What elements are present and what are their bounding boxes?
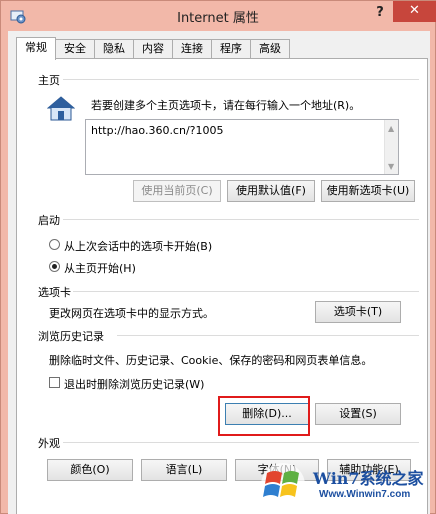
history-description: 删除临时文件、历史记录、Cookie、保存的密码和网页表单信息。: [49, 354, 373, 367]
internet-properties-window: Internet 属性 ? ✕ 常规 安全 隐私 内容 连接 程序 高级 主页 …: [0, 0, 436, 514]
startup-radio-last-session[interactable]: [49, 239, 60, 250]
help-button[interactable]: ?: [367, 4, 393, 24]
homepage-url-input[interactable]: http://hao.360.cn/?1005 ▲ ▼: [85, 119, 399, 175]
tab-security[interactable]: 安全: [55, 39, 95, 59]
languages-button[interactable]: 语言(L): [141, 459, 227, 481]
tab-content[interactable]: 内容: [133, 39, 173, 59]
watermark-title: Win7系统之家: [313, 469, 424, 488]
tabs-divider: [73, 291, 419, 292]
windows-logo-icon: [261, 463, 305, 507]
homepage-scrollbar[interactable]: ▲ ▼: [384, 120, 398, 174]
scroll-up-icon[interactable]: ▲: [388, 124, 394, 133]
general-panel: 主页 若要创建多个主页选项卡，请在每行输入一个地址(R)。 http://hao…: [16, 58, 428, 514]
homepage-description: 若要创建多个主页选项卡，请在每行输入一个地址(R)。: [91, 99, 361, 112]
use-current-button[interactable]: 使用当前页(C): [133, 180, 221, 202]
colors-button[interactable]: 颜色(O): [47, 459, 133, 481]
history-section-label: 浏览历史记录: [38, 330, 104, 343]
tabs-settings-button[interactable]: 选项卡(T): [315, 301, 401, 323]
tab-general[interactable]: 常规: [16, 37, 56, 60]
startup-divider: [63, 219, 419, 220]
use-default-button[interactable]: 使用默认值(F): [227, 180, 315, 202]
dialog-client: 常规 安全 隐私 内容 连接 程序 高级 主页 若要创建多个主页选项卡，请在每行…: [8, 31, 430, 514]
tab-strip: 常规 安全 隐私 内容 连接 程序 高级: [16, 37, 290, 60]
close-button[interactable]: ✕: [393, 1, 436, 22]
delete-button-highlight: [218, 396, 310, 436]
tabs-section-label: 选项卡: [38, 286, 71, 299]
homepage-divider: [63, 79, 419, 80]
tab-privacy[interactable]: 隐私: [94, 39, 134, 59]
use-new-tab-button[interactable]: 使用新选项卡(U): [321, 180, 415, 202]
startup-option-homepage: 从主页开始(H): [64, 262, 136, 275]
history-settings-button[interactable]: 设置(S): [315, 403, 401, 425]
delete-on-exit-label: 退出时删除浏览历史记录(W): [64, 378, 205, 391]
homepage-url-text: http://hao.360.cn/?1005: [91, 124, 224, 137]
delete-on-exit-checkbox[interactable]: [49, 377, 60, 388]
tab-advanced[interactable]: 高级: [250, 39, 290, 59]
watermark-url: Www.Winwin7.com: [319, 489, 411, 500]
home-icon: [47, 96, 75, 121]
homepage-section-label: 主页: [38, 74, 60, 87]
startup-radio-homepage[interactable]: [49, 261, 60, 272]
appearance-section-label: 外观: [38, 437, 60, 450]
startup-option-last-session: 从上次会话中的选项卡开始(B): [64, 240, 213, 253]
startup-section-label: 启动: [38, 214, 60, 227]
scroll-down-icon[interactable]: ▼: [388, 162, 394, 171]
appearance-divider: [63, 442, 419, 443]
tab-programs[interactable]: 程序: [211, 39, 251, 59]
history-divider: [117, 335, 419, 336]
watermark: Win7系统之家 Www.Winwin7.com: [241, 453, 436, 514]
title-bar[interactable]: Internet 属性 ? ✕: [1, 1, 436, 31]
tabs-description: 更改网页在选项卡中的显示方式。: [49, 307, 214, 320]
tab-connections[interactable]: 连接: [172, 39, 212, 59]
